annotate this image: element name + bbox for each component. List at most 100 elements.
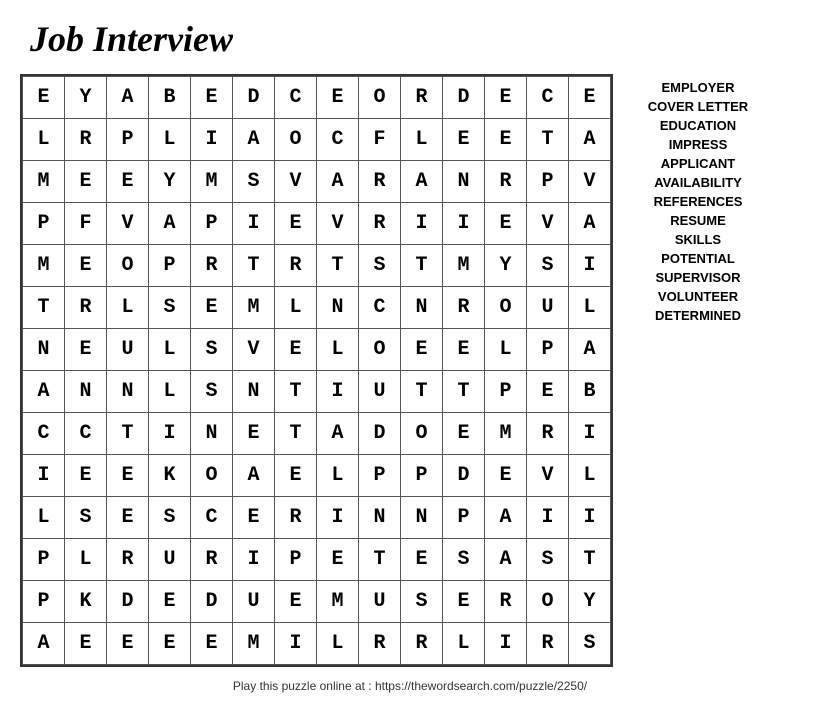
grid-cell: T bbox=[401, 245, 443, 287]
grid-cell: K bbox=[65, 581, 107, 623]
grid-cell: L bbox=[149, 371, 191, 413]
grid-cell: I bbox=[569, 245, 611, 287]
grid-cell: E bbox=[149, 581, 191, 623]
grid-cell: N bbox=[233, 371, 275, 413]
grid-cell: I bbox=[233, 539, 275, 581]
grid-cell: I bbox=[149, 413, 191, 455]
grid-cell: E bbox=[317, 77, 359, 119]
footer-text: Play this puzzle online at : https://the… bbox=[233, 679, 587, 693]
grid-cell: E bbox=[275, 455, 317, 497]
word-list: EMPLOYERCOVER LETTEREDUCATIONIMPRESSAPPL… bbox=[633, 74, 763, 323]
grid-cell: T bbox=[107, 413, 149, 455]
grid-cell: T bbox=[359, 539, 401, 581]
grid-cell: E bbox=[275, 203, 317, 245]
grid-cell: S bbox=[527, 245, 569, 287]
grid-cell: S bbox=[65, 497, 107, 539]
grid-cell: P bbox=[485, 371, 527, 413]
grid-cell: N bbox=[191, 413, 233, 455]
word-item: POTENTIAL bbox=[661, 251, 735, 266]
main-content: EYABEDCEORDECELRPLIAOCFLEETAMEEYMSVARANR… bbox=[20, 74, 800, 667]
grid-cell: A bbox=[317, 161, 359, 203]
grid-cell: A bbox=[149, 203, 191, 245]
grid-cell: S bbox=[191, 371, 233, 413]
grid-cell: U bbox=[527, 287, 569, 329]
grid-cell: U bbox=[359, 371, 401, 413]
grid-cell: E bbox=[443, 119, 485, 161]
grid-cell: R bbox=[65, 119, 107, 161]
grid-cell: A bbox=[317, 413, 359, 455]
grid-cell: L bbox=[443, 623, 485, 665]
grid-cell: R bbox=[275, 245, 317, 287]
grid-cell: N bbox=[401, 497, 443, 539]
grid-cell: E bbox=[65, 161, 107, 203]
grid-cell: L bbox=[149, 119, 191, 161]
word-item: SUPERVISOR bbox=[655, 270, 740, 285]
grid-cell: V bbox=[569, 161, 611, 203]
grid-cell: R bbox=[527, 413, 569, 455]
grid-cell: T bbox=[233, 245, 275, 287]
grid-cell: E bbox=[107, 455, 149, 497]
grid-cell: I bbox=[569, 413, 611, 455]
grid-cell: C bbox=[317, 119, 359, 161]
grid-cell: R bbox=[65, 287, 107, 329]
grid-cell: I bbox=[401, 203, 443, 245]
grid-cell: U bbox=[233, 581, 275, 623]
grid-cell: E bbox=[233, 413, 275, 455]
grid-cell: I bbox=[317, 371, 359, 413]
grid-cell: O bbox=[275, 119, 317, 161]
grid-cell: R bbox=[485, 161, 527, 203]
grid-cell: D bbox=[359, 413, 401, 455]
grid-cell: A bbox=[107, 77, 149, 119]
grid-cell: D bbox=[443, 455, 485, 497]
grid-cell: L bbox=[569, 287, 611, 329]
grid-cell: D bbox=[443, 77, 485, 119]
grid-cell: I bbox=[527, 497, 569, 539]
grid-cell: E bbox=[191, 623, 233, 665]
grid-cell: S bbox=[149, 287, 191, 329]
grid-cell: E bbox=[485, 203, 527, 245]
page-title: Job Interview bbox=[30, 18, 233, 60]
grid-cell: S bbox=[401, 581, 443, 623]
grid-cell: T bbox=[527, 119, 569, 161]
word-item: RESUME bbox=[670, 213, 726, 228]
grid-cell: L bbox=[401, 119, 443, 161]
grid-cell: T bbox=[275, 371, 317, 413]
grid-cell: P bbox=[359, 455, 401, 497]
grid-cell: D bbox=[191, 581, 233, 623]
grid-cell: E bbox=[401, 329, 443, 371]
grid-cell: T bbox=[401, 371, 443, 413]
grid-cell: U bbox=[359, 581, 401, 623]
word-item: REFERENCES bbox=[654, 194, 743, 209]
grid-cell: E bbox=[401, 539, 443, 581]
grid-cell: A bbox=[23, 371, 65, 413]
grid-cell: Y bbox=[485, 245, 527, 287]
grid-cell: L bbox=[317, 623, 359, 665]
grid-cell: I bbox=[443, 203, 485, 245]
grid-cell: R bbox=[275, 497, 317, 539]
grid-cell: E bbox=[149, 623, 191, 665]
grid-cell: C bbox=[191, 497, 233, 539]
grid-cell: E bbox=[485, 119, 527, 161]
grid-cell: S bbox=[191, 329, 233, 371]
grid-cell: I bbox=[569, 497, 611, 539]
grid-cell: E bbox=[443, 581, 485, 623]
grid-cell: L bbox=[23, 119, 65, 161]
grid-cell: L bbox=[317, 455, 359, 497]
grid-cell: M bbox=[317, 581, 359, 623]
word-item: COVER LETTER bbox=[648, 99, 748, 114]
grid-cell: U bbox=[107, 329, 149, 371]
grid-cell: M bbox=[23, 161, 65, 203]
grid-cell: P bbox=[23, 203, 65, 245]
word-item: IMPRESS bbox=[669, 137, 728, 152]
grid-cell: P bbox=[23, 539, 65, 581]
grid-cell: M bbox=[233, 623, 275, 665]
grid-cell: T bbox=[443, 371, 485, 413]
grid-cell: E bbox=[275, 581, 317, 623]
grid-cell: V bbox=[317, 203, 359, 245]
grid-cell: V bbox=[275, 161, 317, 203]
grid-cell: R bbox=[359, 623, 401, 665]
grid-cell: F bbox=[359, 119, 401, 161]
grid-cell: O bbox=[107, 245, 149, 287]
grid-cell: P bbox=[23, 581, 65, 623]
grid-cell: T bbox=[569, 539, 611, 581]
